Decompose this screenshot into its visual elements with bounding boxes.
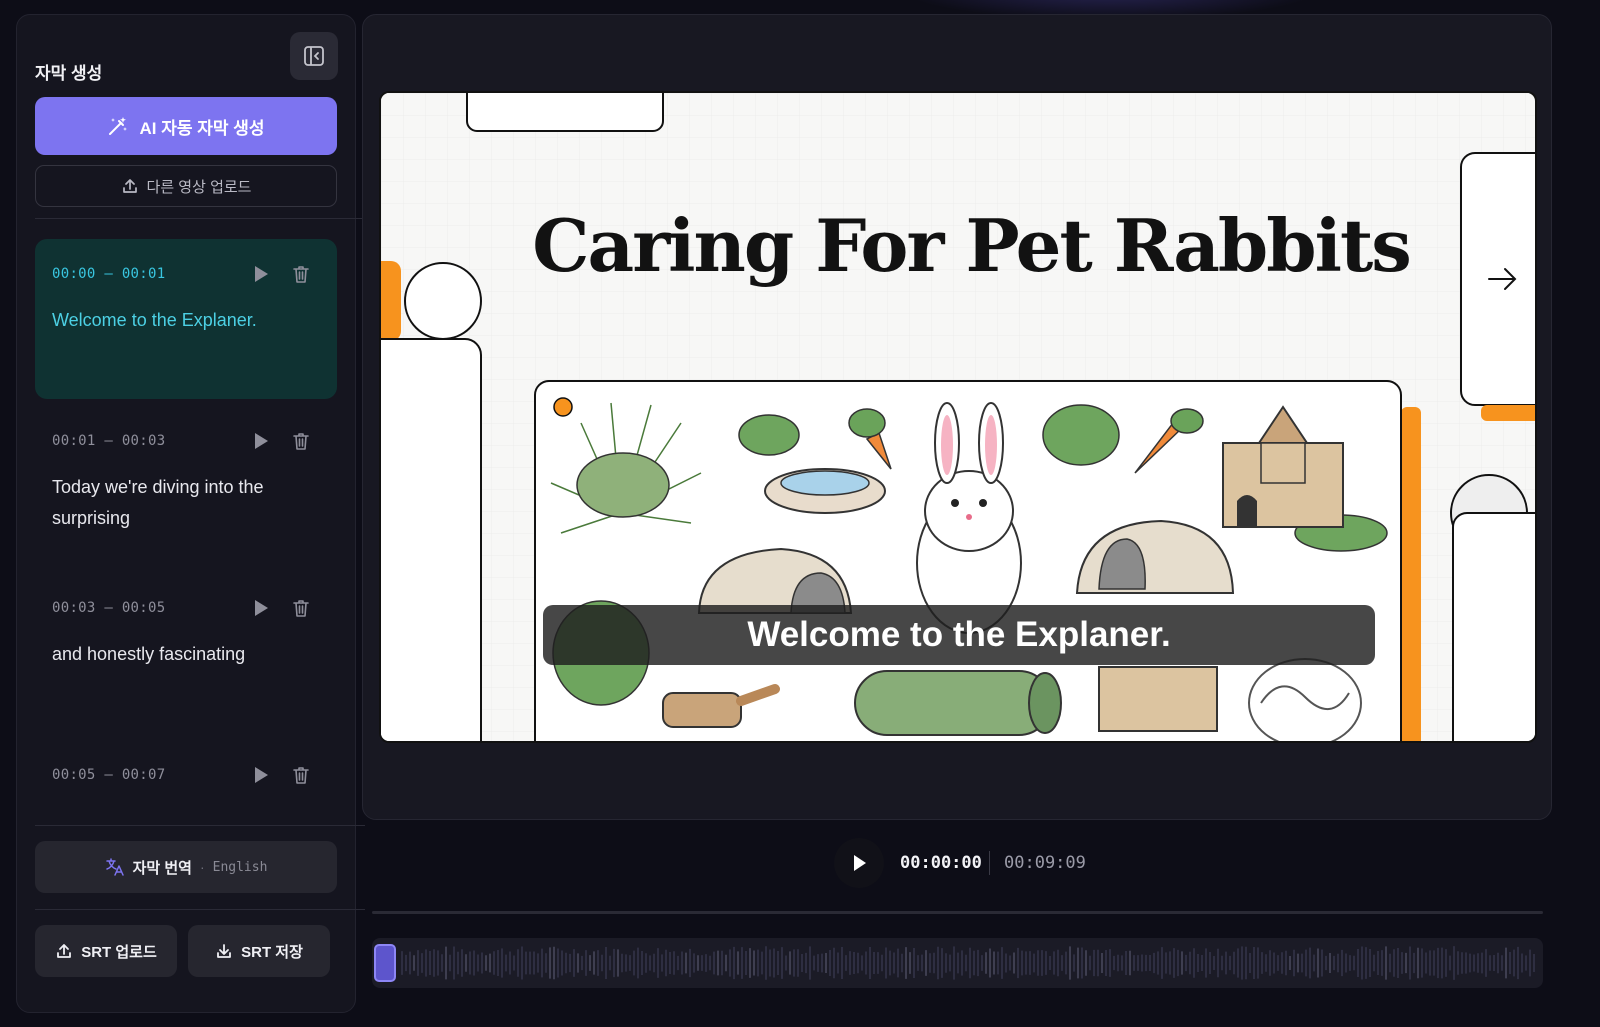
play-icon[interactable] xyxy=(250,597,272,619)
subtitle-item[interactable]: 00:05 – 00:07 xyxy=(35,740,337,824)
play-icon[interactable] xyxy=(250,263,272,285)
subtitle-sidebar: 자막 생성 AI 자동 자막 생성 다른 영상 업로드 00:00 – 00:0… xyxy=(16,14,365,1013)
srt-upload-label: SRT 업로드 xyxy=(81,943,157,961)
srt-upload-button[interactable]: SRT 업로드 xyxy=(35,925,177,977)
sidebar-title: 자막 생성 xyxy=(35,64,103,83)
play-icon xyxy=(854,855,866,871)
play-icon[interactable] xyxy=(250,764,272,786)
download-icon xyxy=(217,944,232,958)
ai-button-label: AI 자동 자막 생성 xyxy=(139,118,265,138)
duration-time: 00:09:09 xyxy=(1004,853,1086,873)
trash-icon[interactable] xyxy=(290,263,312,285)
trash-icon[interactable] xyxy=(290,597,312,619)
progress-bar[interactable] xyxy=(372,911,1543,914)
divider xyxy=(35,218,365,219)
collapse-sidebar-button[interactable] xyxy=(290,32,338,80)
subtitle-text: Today we're diving into the surprising xyxy=(52,477,264,528)
upload-icon xyxy=(122,179,137,193)
subtitle-item[interactable]: 00:01 – 00:03 Today we're diving into th… xyxy=(35,406,337,566)
subtitle-list[interactable]: 00:00 – 00:01 Welcome to the Explaner. 0… xyxy=(35,239,337,824)
translate-label: 자막 번역 xyxy=(132,859,192,877)
upload-other-video-button[interactable]: 다른 영상 업로드 xyxy=(35,165,337,207)
sidebar-collapse-icon xyxy=(304,46,324,66)
video-frame[interactable]: Caring For Pet Rabbits Welcome to the Ex… xyxy=(379,91,1537,743)
divider xyxy=(35,825,365,826)
playhead-handle[interactable] xyxy=(374,944,396,982)
translate-icon xyxy=(105,858,124,876)
subtitle-text: Welcome to the Explaner. xyxy=(52,310,257,330)
srt-save-label: SRT 저장 xyxy=(241,943,303,961)
subtitle-text: and honestly fascinating xyxy=(52,644,246,664)
subtitle-item[interactable]: 00:03 – 00:05 and honestly fascinating xyxy=(35,573,337,733)
subtitle-time: 00:00 – 00:01 xyxy=(52,266,166,282)
srt-save-button[interactable]: SRT 저장 xyxy=(188,925,330,977)
video-title: Caring For Pet Rabbits xyxy=(532,203,1412,288)
translate-subtitle-button[interactable]: 자막 번역 · English xyxy=(35,841,337,893)
waveform xyxy=(401,946,1535,980)
waveform-timeline[interactable] xyxy=(372,938,1543,988)
trash-icon[interactable] xyxy=(290,764,312,786)
translate-separator: · xyxy=(199,859,205,875)
video-panel: Caring For Pet Rabbits Welcome to the Ex… xyxy=(362,14,1552,820)
magic-wand-icon xyxy=(109,117,128,135)
ai-auto-subtitle-button[interactable]: AI 자동 자막 생성 xyxy=(35,97,337,155)
subtitle-item[interactable]: 00:00 – 00:01 Welcome to the Explaner. xyxy=(35,239,337,399)
upload-icon xyxy=(57,944,72,958)
divider xyxy=(35,909,365,910)
translate-language: English xyxy=(212,859,268,875)
subtitle-time: 00:05 – 00:07 xyxy=(52,767,166,783)
subtitle-time: 00:03 – 00:05 xyxy=(52,600,166,616)
time-separator xyxy=(989,851,990,875)
play-icon[interactable] xyxy=(250,430,272,452)
current-time: 00:00:00 xyxy=(900,853,982,873)
trash-icon[interactable] xyxy=(290,430,312,452)
subtitle-time: 00:01 – 00:03 xyxy=(52,433,166,449)
upload-button-label: 다른 영상 업로드 xyxy=(146,178,252,196)
subtitle-caption-overlay: Welcome to the Explaner. xyxy=(543,605,1375,665)
play-button[interactable] xyxy=(834,838,884,888)
